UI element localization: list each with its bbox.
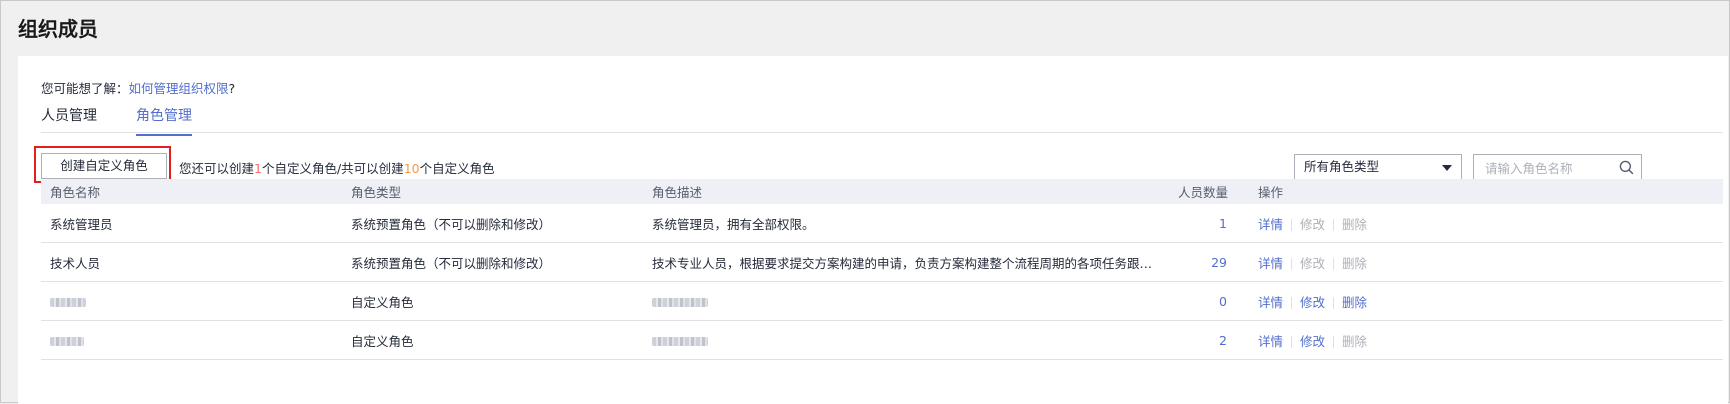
role-type-cell: 自定义角色 — [342, 320, 643, 360]
member-count-link[interactable]: 0 — [1169, 281, 1249, 321]
action-divider — [1333, 258, 1335, 270]
delete-role-link: 删除 — [1342, 255, 1368, 271]
table-row: 系统管理员 系统预置角色（不可以删除和修改） 系统管理员，拥有全部权限。 1 详情 修改删… — [41, 204, 1723, 243]
role-name-cell: 技术人员 — [41, 242, 342, 282]
create-custom-role-button[interactable]: 创建自定义角色 — [41, 153, 167, 179]
edit-role-link: 修改 — [1300, 255, 1326, 271]
role-name-search-input[interactable] — [1483, 158, 1612, 178]
help-hint-suffix: ? — [228, 81, 236, 96]
tab-member-management[interactable]: 人员管理 — [41, 105, 97, 134]
action-divider — [1291, 336, 1293, 348]
role-name-cell: 系统管理员 — [41, 204, 342, 243]
action-divider — [1291, 258, 1293, 270]
view-details-link[interactable]: 详情 — [1258, 256, 1283, 271]
role-name-cell — [41, 281, 342, 321]
action-divider — [1291, 297, 1293, 309]
role-name-cell — [41, 320, 342, 360]
redacted-role-name — [50, 297, 86, 307]
view-details-link[interactable]: 详情 — [1258, 334, 1283, 349]
redacted-role-description — [652, 336, 708, 346]
actions-cell: 详情 修改 删除 — [1249, 320, 1723, 360]
redacted-role-name — [50, 336, 84, 346]
role-description-cell — [643, 320, 1169, 360]
column-header-role-description: 角色描述 — [643, 179, 1169, 204]
page-title: 组织成员 — [18, 17, 98, 41]
delete-role-link: 删除 — [1342, 216, 1368, 232]
table-header-row: 角色名称 角色类型 角色描述 人员数量 操作 — [41, 179, 1723, 204]
role-type-cell: 自定义角色 — [342, 281, 643, 321]
role-type-select-value: 所有角色类型 — [1304, 159, 1380, 174]
caret-down-icon — [1442, 165, 1452, 171]
actions-cell: 详情 修改 删除 — [1249, 242, 1723, 282]
actions-cell: 详情 修改 删除 — [1249, 281, 1723, 321]
edit-role-link[interactable]: 修改 — [1300, 334, 1325, 349]
role-quota-text: 您还可以创建1个自定义角色/共可以创建10个自定义角色 — [179, 158, 495, 177]
help-hint-prefix: 您可能想了解： — [41, 81, 129, 96]
table-row: 自定义角色 2 详情 修改 删除 — [41, 320, 1723, 360]
quota-total: 10 — [403, 161, 420, 176]
quota-remaining: 1 — [254, 161, 262, 176]
column-header-actions: 操作 — [1249, 179, 1723, 204]
column-header-role-name: 角色名称 — [41, 179, 342, 204]
member-count-link[interactable]: 1 — [1169, 204, 1249, 243]
action-divider — [1333, 336, 1335, 348]
member-count-link[interactable]: 2 — [1169, 320, 1249, 360]
table-row: 技术人员 系统预置角色（不可以删除和修改） 技术专业人员，根据要求提交方案构建的申请… — [41, 242, 1723, 282]
action-divider — [1333, 297, 1335, 309]
search-icon[interactable] — [1619, 160, 1634, 179]
redacted-role-description — [652, 297, 708, 307]
quota-text-1: 您还可以创建 — [179, 161, 255, 176]
view-details-link[interactable]: 详情 — [1258, 295, 1283, 310]
member-count-link[interactable]: 29 — [1169, 242, 1249, 282]
role-type-cell: 系统预置角色（不可以删除和修改） — [342, 242, 643, 282]
roles-table: 角色名称 角色类型 角色描述 人员数量 操作 系统管理员 系统预置角色（不可以删除… — [41, 179, 1723, 360]
quota-text-2: 个自定义角色/共可以创建 — [261, 161, 404, 176]
view-details-link[interactable]: 详情 — [1258, 217, 1283, 232]
role-search-box — [1473, 154, 1642, 180]
edit-role-link: 修改 — [1300, 216, 1326, 232]
manage-permissions-link[interactable]: 如何管理组织权限 — [129, 81, 229, 96]
column-header-role-type: 角色类型 — [342, 179, 643, 204]
delete-role-link: 删除 — [1342, 333, 1368, 349]
role-description-cell: 技术专业人员，根据要求提交方案构建的申请，负责方案构建整个流程周期的各项任务跟踪… — [643, 242, 1169, 282]
edit-role-link[interactable]: 修改 — [1300, 295, 1325, 310]
role-description-cell: 系统管理员，拥有全部权限。 — [643, 204, 1169, 243]
tab-bar: 人员管理 角色管理 — [41, 99, 1723, 136]
table-row: 自定义角色 0 详情 修改 删除 — [41, 281, 1723, 321]
action-divider — [1291, 219, 1293, 231]
column-header-member-count: 人员数量 — [1169, 179, 1249, 204]
help-hint: 您可能想了解：如何管理组织权限? — [41, 78, 235, 97]
role-type-select[interactable]: 所有角色类型 — [1294, 154, 1462, 180]
role-description-cell — [643, 281, 1169, 321]
tab-role-management[interactable]: 角色管理 — [136, 105, 192, 136]
quota-text-3: 个自定义角色 — [419, 161, 495, 176]
content-panel: 您可能想了解：如何管理组织权限? 人员管理 角色管理 创建自定义角色 您还可以创… — [18, 56, 1728, 404]
actions-cell: 详情 修改 删除 — [1249, 204, 1723, 243]
window-frame: 组织成员 您可能想了解：如何管理组织权限? 人员管理 角色管理 创建自定义角色 … — [0, 0, 1730, 404]
action-divider — [1333, 219, 1335, 231]
delete-role-link[interactable]: 删除 — [1342, 295, 1367, 310]
role-type-cell: 系统预置角色（不可以删除和修改） — [342, 204, 643, 243]
